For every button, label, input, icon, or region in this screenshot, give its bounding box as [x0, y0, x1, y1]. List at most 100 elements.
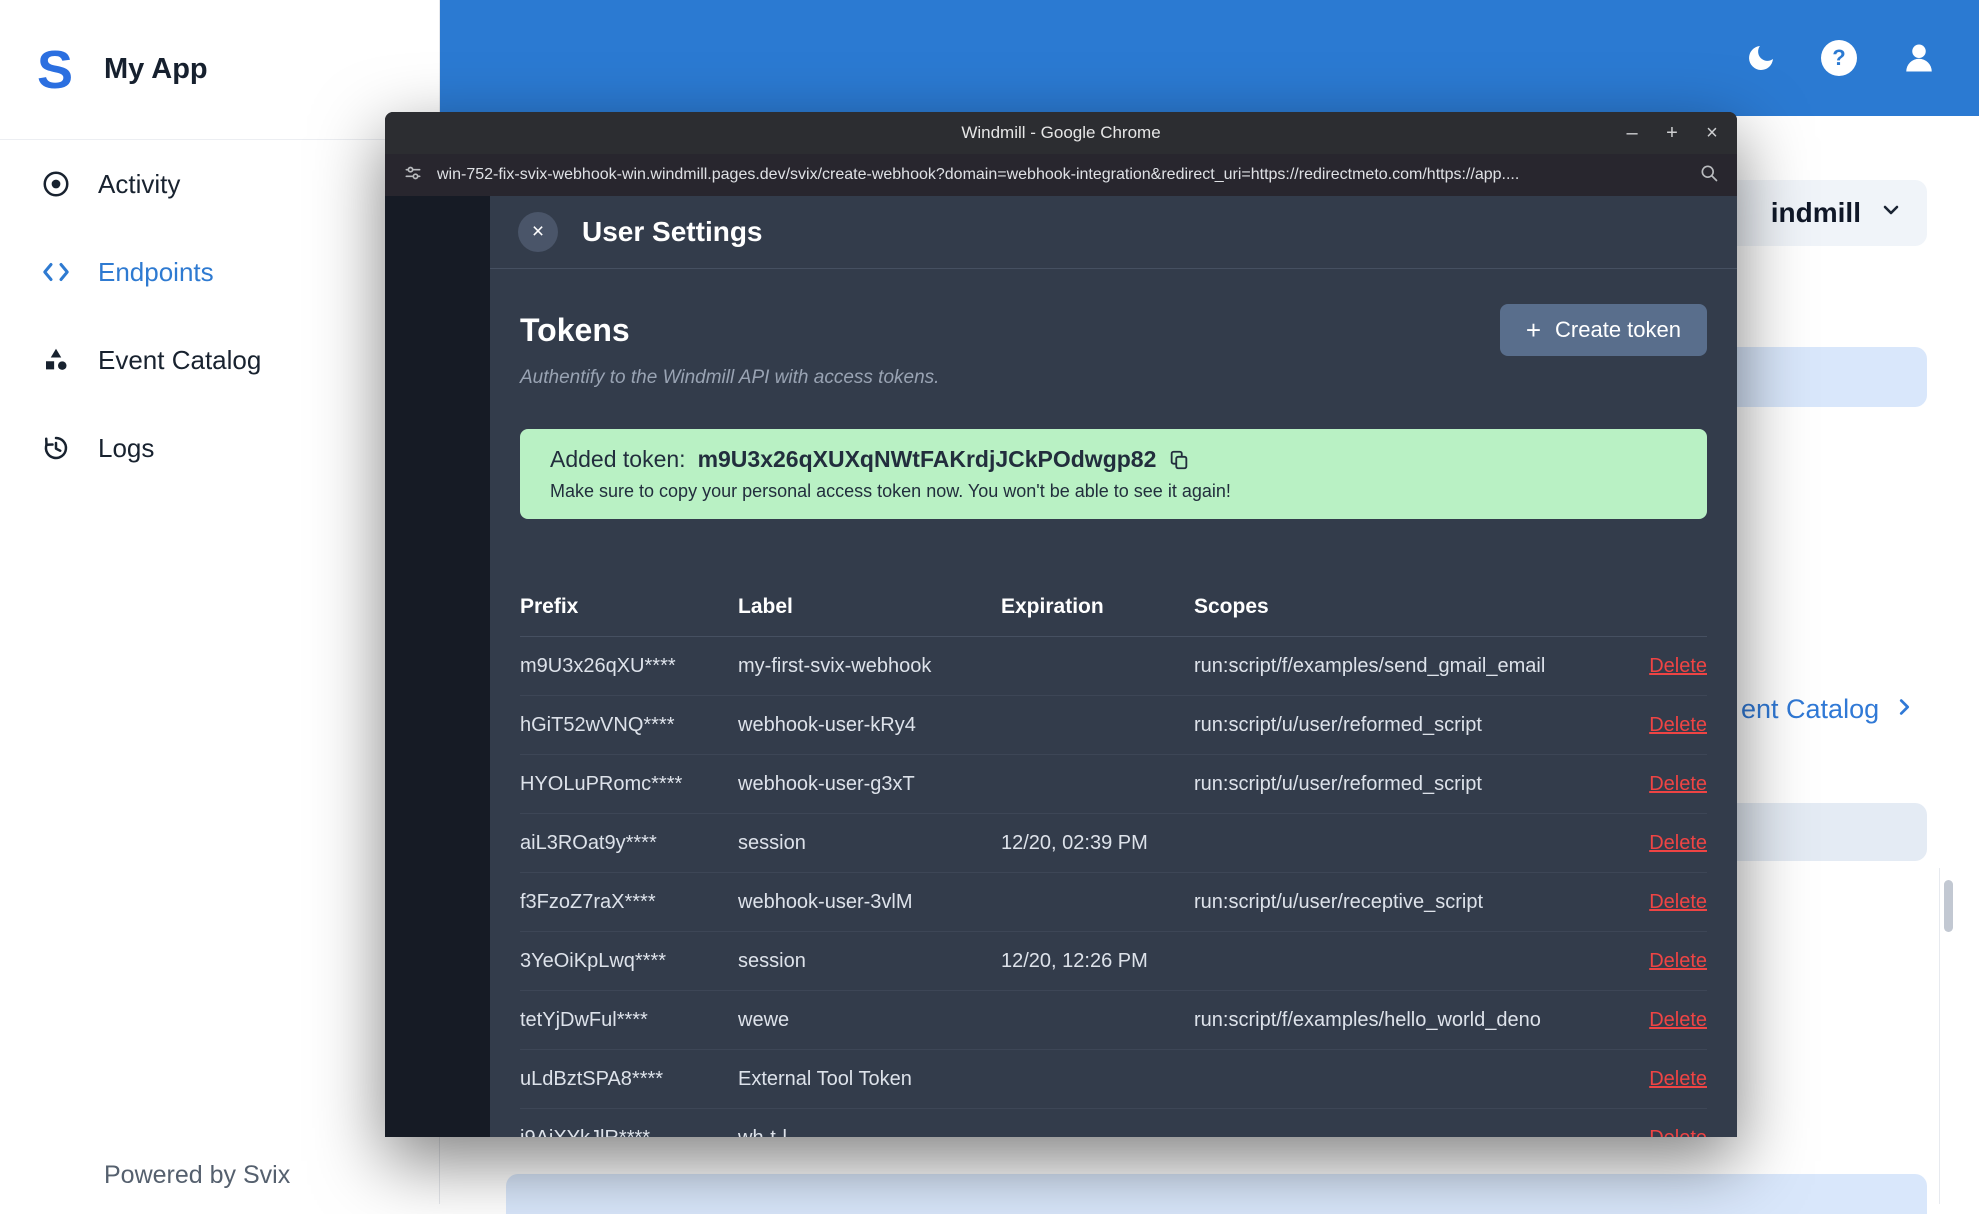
token-prefix: uLdBztSPA8****	[520, 1067, 664, 1090]
browser-window: Windmill - Google Chrome – + × win-752-f…	[385, 112, 1737, 1137]
tokens-subtitle: Authentify to the Windmill API with acce…	[520, 367, 940, 388]
token-row: aiL3ROat9y**** session 12/20, 02:39 PM D…	[520, 814, 1707, 873]
window-title-bar[interactable]: Windmill - Google Chrome – + ×	[385, 112, 1737, 154]
powered-by-svix: Powered by Svix	[104, 1161, 291, 1189]
chevron-right-icon	[1893, 694, 1915, 725]
token-prefix: HYOLuPRomc****	[520, 772, 683, 795]
token-scopes: run:script/f/examples/send_gmail_email	[1194, 654, 1546, 677]
token-prefix: hGiT52wVNQ****	[520, 713, 675, 736]
close-icon: ×	[531, 220, 545, 243]
token-row: HYOLuPRomc**** webhook-user-g3xT run:scr…	[520, 755, 1707, 814]
url-text[interactable]: win-752-fix-svix-webhook-win.windmill.pa…	[437, 166, 1685, 184]
brand: S My App	[0, 0, 439, 140]
delete-token-link[interactable]: Delete	[1649, 773, 1707, 795]
sidebar-item-logs[interactable]: Logs	[0, 404, 439, 492]
token-row: tetYjDwFul**** wewe run:script/f/example…	[520, 991, 1707, 1050]
token-label: session	[738, 949, 806, 972]
site-settings-icon[interactable]	[403, 163, 423, 188]
token-label: webhook-user-3vlM	[738, 890, 913, 913]
token-prefix: i9AjXYkJlR****	[520, 1127, 738, 1138]
column-header-prefix: Prefix	[520, 594, 579, 618]
drawer-title: User Settings	[582, 216, 763, 247]
background-panel	[506, 1174, 1927, 1214]
token-label: wewe	[738, 1008, 790, 1031]
token-label: my-first-svix-webhook	[738, 654, 932, 677]
drawer-body: Tokens + Create token Authentify to the …	[490, 297, 1737, 1137]
added-token-label: Added token:	[550, 446, 686, 472]
event-catalog-link[interactable]: ent Catalog	[1741, 694, 1915, 725]
delete-token-link[interactable]: Delete	[1649, 655, 1707, 677]
token-row: hGiT52wVNQ**** webhook-user-kRy4 run:scr…	[520, 696, 1707, 755]
create-token-button[interactable]: + Create token	[1499, 304, 1707, 356]
tokens-table: Prefix Label Expiration Scopes m9U3x26qX…	[520, 577, 1707, 1137]
scrollbar-thumb[interactable]	[1944, 880, 1953, 932]
banner-token-line: Added token: m9U3x26qXUXqNWtFAKrdjJCkPOd…	[550, 446, 1677, 473]
copy-icon[interactable]	[1168, 449, 1190, 471]
event-catalog-link-label: ent Catalog	[1741, 694, 1880, 724]
delete-token-link[interactable]: Delete	[1649, 950, 1707, 972]
token-label: webhook-user-g3xT	[738, 772, 915, 795]
delete-token-link[interactable]: Delete	[1649, 714, 1707, 736]
token-label: webhook-user-kRy4	[738, 713, 916, 736]
token-scopes: run:script/u/user/receptive_script	[1194, 890, 1484, 913]
delete-token-link[interactable]: Delete	[1649, 1068, 1707, 1090]
sidebar-item-label: Event Catalog	[98, 344, 262, 375]
token-scopes: run:script/u/user/reformed_script	[1194, 713, 1482, 736]
token-row: 3YeOiKpLwq**** session 12/20, 12:26 PM D…	[520, 932, 1707, 991]
plus-icon: +	[1525, 315, 1542, 345]
window-title: Windmill - Google Chrome	[961, 123, 1161, 142]
code-brackets-icon	[40, 256, 72, 288]
delete-token-link[interactable]: Delete	[1649, 1009, 1707, 1031]
token-prefix: 3YeOiKpLwq****	[520, 949, 667, 972]
window-controls: – + ×	[1623, 112, 1721, 154]
app-name: My App	[104, 53, 208, 85]
column-header-expiration: Expiration	[1001, 594, 1104, 618]
svix-logo-icon: S	[36, 39, 74, 100]
token-label: External Tool Token	[738, 1067, 912, 1090]
workspace-name: indmill	[1770, 197, 1861, 228]
token-row: uLdBztSPA8**** External Tool Token Delet…	[520, 1050, 1707, 1109]
token-scopes: run:script/f/examples/hello_world_deno	[1194, 1008, 1541, 1031]
sidebar-item-label: Logs	[98, 432, 155, 463]
banner-note: Make sure to copy your personal access t…	[550, 481, 1231, 501]
tokens-section-header: Tokens + Create token	[520, 297, 1707, 363]
column-header-label: Label	[738, 594, 793, 618]
sidebar-item-activity[interactable]: Activity	[0, 140, 439, 228]
user-settings-drawer: × User Settings Tokens + Create token Au…	[490, 196, 1737, 1137]
column-header-scopes: Scopes	[1194, 594, 1269, 618]
token-expiration: 12/20, 02:39 PM	[1001, 831, 1148, 854]
create-token-label: Create token	[1555, 317, 1681, 342]
delete-token-link[interactable]: Delete	[1649, 832, 1707, 854]
token-expiration: 12/20, 12:26 PM	[1001, 949, 1148, 972]
token-label: session	[738, 831, 806, 854]
tokens-heading: Tokens	[520, 311, 630, 348]
token-value: m9U3x26qXUXqNWtFAKrdjJCkPOdwgp82	[697, 446, 1157, 472]
url-bar: win-752-fix-svix-webhook-win.windmill.pa…	[385, 154, 1737, 196]
sidebar: S My App Activity Endpoints Event Catalo…	[0, 0, 440, 1204]
token-row: i9AjXYkJlR**** wh-t-l Delete	[520, 1109, 1707, 1138]
token-row: m9U3x26qXU**** my-first-svix-webhook run…	[520, 637, 1707, 696]
drawer-close-button[interactable]: ×	[518, 212, 558, 252]
token-prefix: aiL3ROat9y****	[520, 831, 657, 854]
page-underlay	[385, 196, 490, 1137]
token-row: f3FzoZ7raX**** webhook-user-3vlM run:scr…	[520, 873, 1707, 932]
token-scopes: run:script/u/user/reformed_script	[1194, 772, 1482, 795]
scrollbar-track	[1939, 868, 1940, 1204]
activity-icon	[40, 168, 72, 200]
table-header-row: Prefix Label Expiration Scopes	[520, 577, 1707, 637]
sidebar-item-endpoints[interactable]: Endpoints	[0, 228, 439, 316]
browser-page: × User Settings Tokens + Create token Au…	[385, 196, 1737, 1137]
delete-token-link[interactable]: Delete	[1649, 891, 1707, 913]
chevron-down-icon	[1879, 197, 1903, 229]
maximize-button[interactable]: +	[1663, 122, 1681, 145]
search-icon[interactable]	[1699, 163, 1719, 188]
token-prefix: f3FzoZ7raX****	[520, 890, 656, 913]
minimize-button[interactable]: –	[1623, 122, 1641, 145]
sidebar-item-label: Endpoints	[98, 256, 214, 287]
sidebar-item-event-catalog[interactable]: Event Catalog	[0, 316, 439, 404]
token-prefix: tetYjDwFul****	[520, 1008, 648, 1031]
sidebar-nav: Activity Endpoints Event Catalog Logs	[0, 140, 439, 492]
close-button[interactable]: ×	[1703, 122, 1721, 145]
drawer-header: × User Settings	[490, 196, 1737, 269]
delete-token-link[interactable]: Delete	[1649, 1127, 1707, 1138]
